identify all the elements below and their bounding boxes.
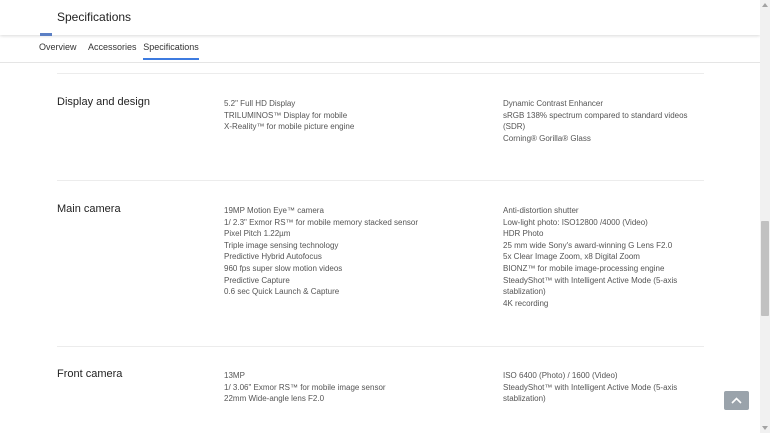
scroll-up-arrow-icon[interactable] [760, 0, 770, 10]
spec-item: Dynamic Contrast Enhancer [503, 99, 604, 108]
spec-item: sRGB 138% spectrum compared to standard … [503, 110, 688, 120]
scroll-down-arrow-icon[interactable] [760, 423, 770, 433]
spec-item: 4K recording [503, 298, 549, 308]
spec-list-right: Dynamic Contrast Enhancer sRGB 138% spec… [503, 98, 703, 144]
tab-bar: Overview Accessories Specifications [0, 36, 760, 63]
spec-item: BIONZ™ for mobile image-processing engin… [503, 263, 665, 273]
section-divider [57, 73, 704, 74]
spec-item: (SDR) [503, 122, 526, 132]
tab-accessories[interactable]: Accessories [88, 42, 137, 52]
spec-item: 960 fps super slow motion videos [224, 263, 343, 273]
chevron-up-icon [731, 397, 742, 404]
spec-item: SteadyShot™ with Intelligent Active Mode… [503, 382, 678, 392]
section-divider [57, 346, 704, 347]
spec-item: 19MP Motion Eye™ camera [224, 206, 324, 215]
section-title: Display and design [57, 96, 150, 108]
back-to-top-button[interactable] [724, 391, 749, 410]
spec-list-right: ISO 6400 (Photo) / 1600 (Video) SteadySh… [503, 370, 703, 405]
spec-item: stablization) [503, 287, 546, 297]
spec-item: 13MP [224, 371, 245, 380]
spec-item: 1/ 2.3" Exmor RS™ for mobile memory stac… [224, 217, 419, 227]
section-divider [57, 180, 704, 181]
spec-item: 22mm Wide-angle lens F2.0 [224, 394, 325, 404]
spec-item: Anti-distortion shutter [503, 206, 579, 215]
spec-list-left: 5.2" Full HD Display TRILUMINOS™ Display… [224, 98, 474, 133]
spec-list-right: Anti-distortion shutter Low-light photo:… [503, 205, 703, 309]
spec-item: Triple image sensing technology [224, 240, 339, 250]
spec-list-left: 13MP 1/ 3.06" Exmor RS™ for mobile image… [224, 370, 474, 405]
spec-item: 5x Clear Image Zoom, x8 Digital Zoom [503, 252, 640, 262]
spec-item: 1/ 3.06" Exmor RS™ for mobile image sens… [224, 382, 386, 392]
spec-item: ISO 6400 (Photo) / 1600 (Video) [503, 371, 618, 380]
spec-item: Predictive Capture [224, 275, 290, 285]
page-scrollbar[interactable] [760, 0, 770, 433]
spec-item: 5.2" Full HD Display [224, 99, 296, 108]
section-title: Front camera [57, 368, 123, 380]
spec-item: 25 mm wide Sony's award-winning G Lens F… [503, 240, 673, 250]
spec-content: Display and design 5.2" Full HD Display … [0, 62, 760, 433]
spec-list-left: 19MP Motion Eye™ camera 1/ 2.3" Exmor RS… [224, 205, 474, 298]
spec-item: 0.6 sec Quick Launch & Capture [224, 287, 340, 297]
page-title: Specifications [57, 10, 132, 24]
header-accent-bar [40, 33, 52, 36]
spec-item: X-Reality™ for mobile picture engine [224, 122, 355, 132]
spec-item: Corning® Gorilla® Glass [503, 133, 591, 143]
tab-overview[interactable]: Overview [39, 42, 77, 52]
tab-specifications[interactable]: Specifications [143, 42, 199, 52]
spec-item: Pixel Pitch 1.22µm [224, 229, 291, 239]
page-header: Specifications [0, 0, 760, 36]
spec-item: HDR Photo [503, 229, 544, 239]
scrollbar-thumb[interactable] [761, 221, 769, 316]
spec-item: Low-light photo: ISO12800 /4000 (Video) [503, 217, 648, 227]
active-tab-indicator [143, 58, 199, 60]
section-title: Main camera [57, 203, 121, 215]
spec-item: TRILUMINOS™ Display for mobile [224, 110, 348, 120]
spec-item: Predictive Hybrid Autofocus [224, 252, 322, 262]
spec-item: stablization) [503, 394, 546, 404]
spec-item: SteadyShot™ with Intelligent Active Mode… [503, 275, 678, 285]
